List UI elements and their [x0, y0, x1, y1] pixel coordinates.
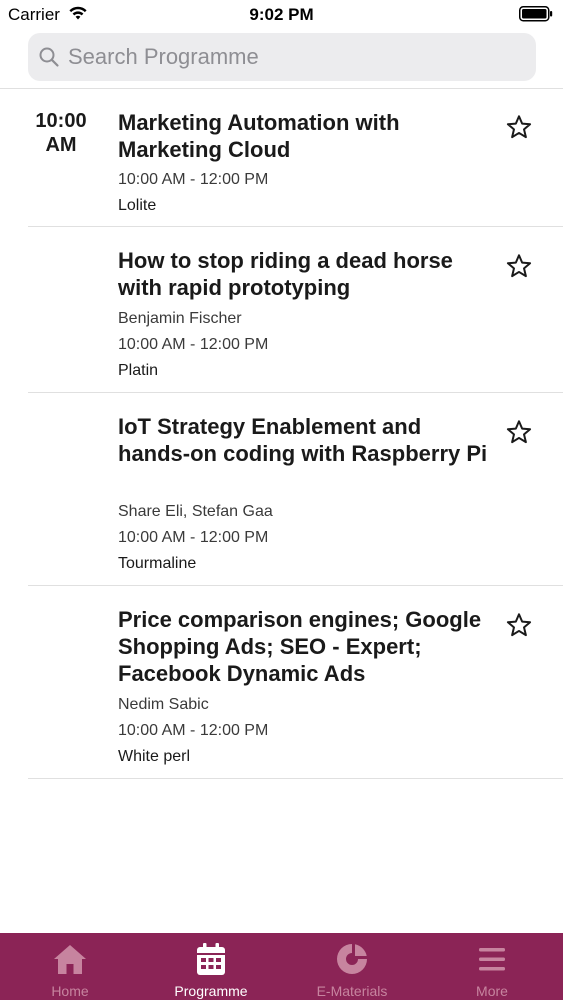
- session-speakers: Benjamin Fischer: [118, 310, 242, 327]
- tab-label: Home: [51, 983, 89, 999]
- tab-label: Programme: [174, 983, 248, 999]
- session-time: 10:00 AM - 12:00 PM: [118, 336, 269, 353]
- tab-e-materials[interactable]: E-Materials: [282, 933, 422, 1000]
- time-slot-label: 10:00 AM: [20, 109, 102, 157]
- star-icon[interactable]: [505, 252, 533, 280]
- calendar-icon: [193, 941, 229, 977]
- battery-icon: [519, 6, 553, 27]
- search-bar[interactable]: [28, 33, 536, 81]
- divider: [28, 778, 563, 779]
- status-bar: Carrier 9:02 PM: [0, 0, 563, 30]
- star-icon[interactable]: [505, 113, 533, 141]
- session-title: IoT Strategy Enablement and hands-on cod…: [118, 414, 488, 466]
- search-input[interactable]: [68, 33, 518, 81]
- session-time: 10:00 AM - 12:00 PM: [118, 171, 269, 188]
- session-room: Tourmaline: [118, 555, 197, 572]
- session-row[interactable]: Price comparison engines; Google Shoppin…: [0, 586, 563, 779]
- session-title: How to stop riding a dead horse with rap…: [118, 248, 453, 300]
- e-materials-icon: [334, 941, 370, 977]
- session-row[interactable]: IoT Strategy Enablement and hands-on cod…: [0, 393, 563, 586]
- session-title: Price comparison engines; Google Shoppin…: [118, 607, 482, 686]
- tab-bar: Home Programme E-Materials More: [0, 933, 563, 1000]
- session-time: 10:00 AM - 12:00 PM: [118, 722, 269, 739]
- session-row[interactable]: 10:00 AM Marketing Automation with Marke…: [0, 89, 563, 227]
- tab-programme[interactable]: Programme: [141, 933, 281, 1000]
- tab-label: More: [476, 983, 508, 999]
- time-slot-meridiem: AM: [45, 134, 77, 156]
- session-speakers: Share Eli, Stefan Gaa: [118, 503, 273, 520]
- status-time: 9:02 PM: [249, 5, 314, 24]
- menu-icon: [474, 941, 510, 977]
- home-icon: [52, 941, 88, 977]
- session-room: Platin: [118, 362, 159, 379]
- session-speakers: Nedim Sabic: [118, 696, 209, 713]
- star-icon[interactable]: [505, 418, 533, 446]
- time-slot-hour: 10:00: [35, 110, 87, 132]
- session-room: White perl: [118, 748, 191, 765]
- session-title: Marketing Automation with Marketing Clou…: [118, 110, 400, 162]
- search-icon: [38, 46, 60, 73]
- session-row[interactable]: How to stop riding a dead horse with rap…: [0, 227, 563, 393]
- tab-home[interactable]: Home: [0, 933, 140, 1000]
- tab-label: E-Materials: [316, 983, 388, 999]
- tab-more[interactable]: More: [422, 933, 562, 1000]
- session-room: Lolite: [118, 197, 157, 214]
- session-time: 10:00 AM - 12:00 PM: [118, 529, 269, 546]
- star-icon[interactable]: [505, 611, 533, 639]
